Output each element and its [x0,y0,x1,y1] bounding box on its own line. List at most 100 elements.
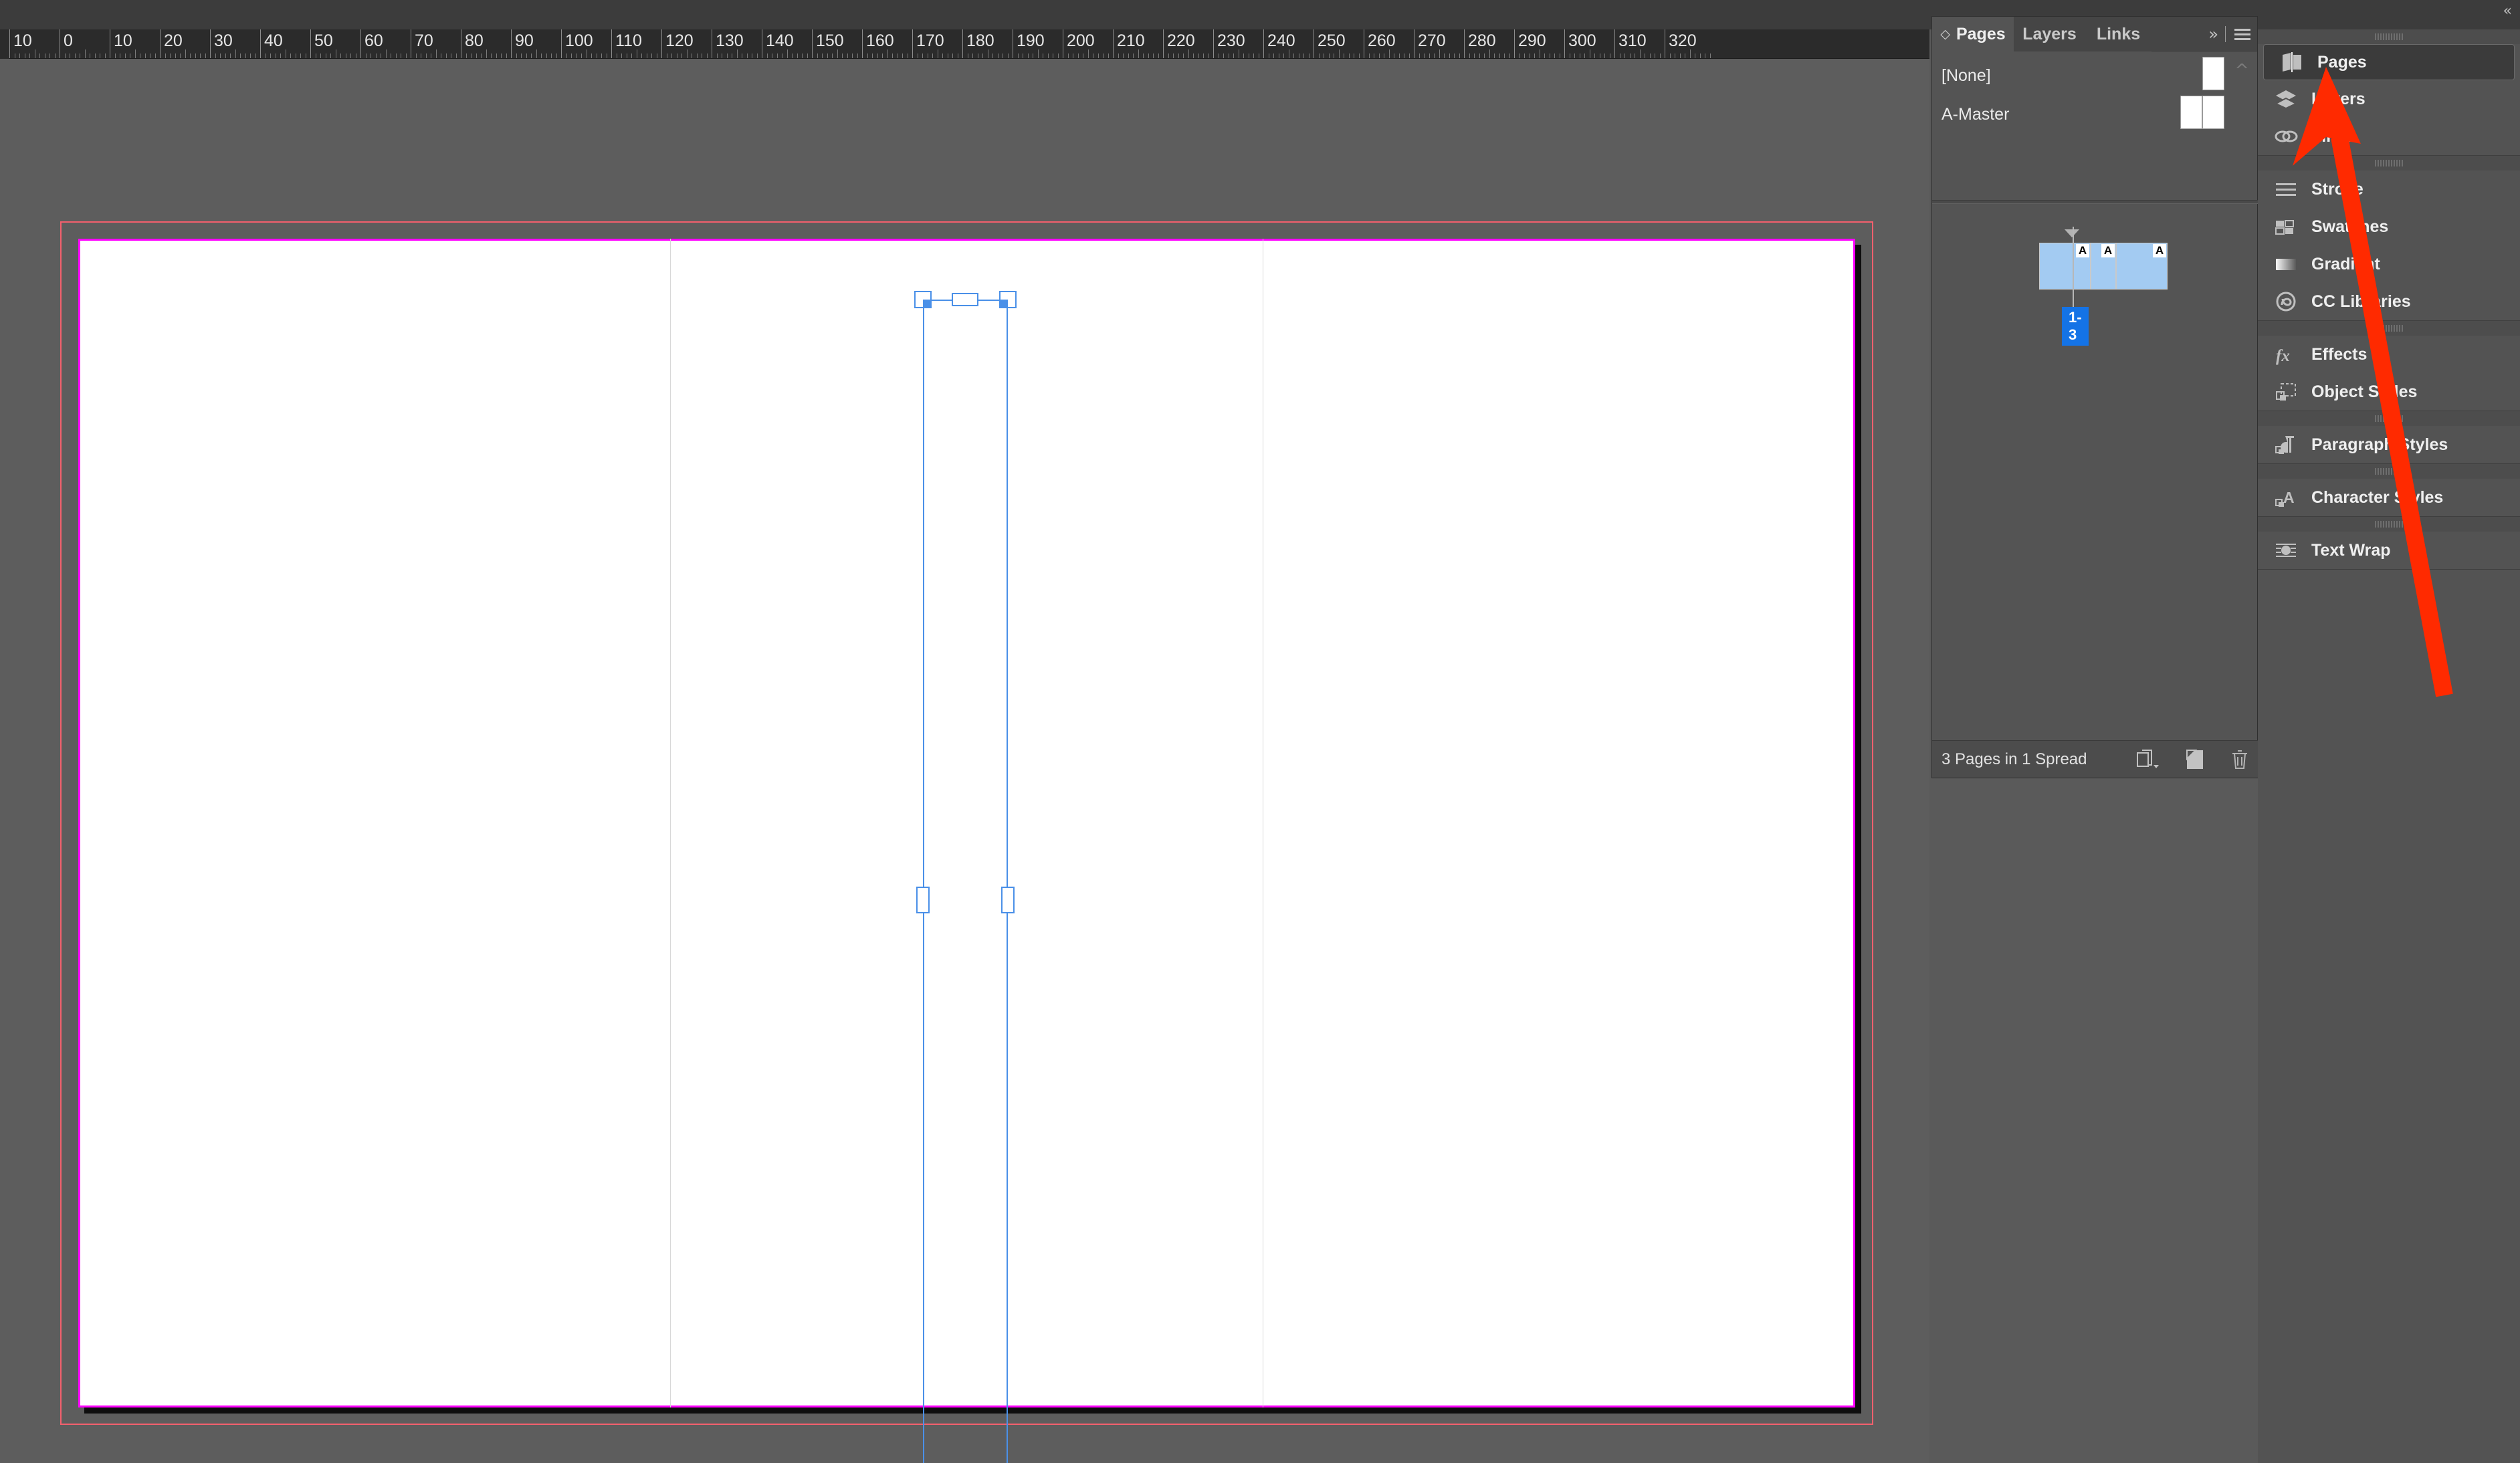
ruler-subtick [1253,53,1254,58]
ruler-subtick [330,53,331,58]
tab-pages-label: Pages [1956,24,2006,43]
ruler-origin-corner[interactable] [0,29,9,59]
hamburger-menu-icon[interactable] [2234,28,2250,40]
dock-collapse-icon[interactable]: « [2503,3,2513,20]
ruler-subtick [822,53,823,58]
ruler-subtick [1158,53,1159,58]
dock-item-layers[interactable]: Layers [2258,80,2520,118]
dock-item-text-wrap[interactable]: Text Wrap [2258,532,2520,569]
chevron-up-icon[interactable]: ^ [2234,61,2249,81]
panel-splitter[interactable] [1932,200,2259,204]
ruler-tick-label: 200 [1067,31,1095,50]
tab-layers[interactable]: Layers [2014,17,2085,51]
double-chevron-right-icon[interactable]: » [2208,25,2218,43]
dock-item-cc-libraries[interactable]: CC Libraries [2258,283,2520,320]
dock-item-pages[interactable]: Pages [2263,44,2515,80]
ruler-subtick [1283,53,1284,58]
page-divider-1 [670,239,671,1408]
dock-item-label: Paragraph Styles [2311,435,2448,454]
new-master-icon[interactable] [2137,749,2160,770]
dock-group-grip[interactable] [2258,411,2520,426]
right-panel-dock[interactable]: Pages Layers Links Stroke Swatches Gradient CC… [2258,29,2520,1463]
delete-page-icon[interactable] [2230,749,2249,770]
spread-range-label[interactable]: 1-3 [2062,307,2089,346]
cc-libraries-icon-wrap [2273,290,2299,314]
dock-group-grip[interactable] [2258,321,2520,336]
ruler-subtick [1689,49,1691,58]
ruler-subtick [867,53,868,58]
dock-item-label: Pages [2317,52,2367,72]
dock-item-stroke[interactable]: Stroke [2258,171,2520,208]
dock-item-gradient[interactable]: Gradient [2258,245,2520,283]
page-thumb-3[interactable]: A [2116,243,2168,290]
frame-handle-top-center[interactable] [952,293,978,306]
master-row-none[interactable]: [None] ^ [1932,55,2259,96]
text-wrap-icon-wrap [2273,538,2299,562]
ruler-subtick [1087,49,1089,58]
new-page-icon[interactable] [2185,749,2205,770]
ruler-tick-label: 50 [314,31,333,50]
dock-item-swatches[interactable]: Swatches [2258,208,2520,245]
ruler-tick: 280 [1464,29,1496,58]
page-thumb-2[interactable]: A [2091,243,2116,290]
dock-group-grip[interactable] [2258,464,2520,479]
dock-item-character-styles[interactable]: A Character Styles [2258,479,2520,516]
pages-panel-tabbar: ◇ Pages Layers Links » [1932,17,2257,51]
frame-handle-middle-left[interactable] [916,887,930,913]
frame-edge-right [1007,300,1008,1463]
dock-group-grip[interactable] [2258,156,2520,171]
ruler-tick-label: 60 [364,31,383,50]
dock-item-effects[interactable]: fx Effects [2258,336,2520,373]
dock-group-1: Stroke Swatches Gradient CC Libraries [2258,156,2520,321]
page-thumb-1[interactable]: A [2039,243,2091,290]
ruler-tick: 300 [1564,29,1596,58]
ruler-subtick [1429,53,1430,58]
master-row-a-master[interactable]: A-Master [1932,94,2259,134]
ruler-subtick [49,53,50,58]
ruler-subtick [857,53,858,58]
ruler-subtick [526,53,527,58]
spread-count-text: 3 Pages in 1 Spread [1941,750,2087,768]
ruler-tick: 310 [1614,29,1647,58]
horizontal-ruler[interactable]: 10 0 10 20 30 40 50 60 70 80 90 100 110 120 130 140 150 1… [0,29,1929,59]
ruler-subtick [1138,49,1139,58]
ruler-subtick [832,53,833,58]
ruler-subtick [1649,53,1651,58]
ruler-subtick [786,49,788,58]
frame-handle-top-right[interactable] [999,291,1017,308]
ruler-subtick [1659,53,1661,58]
ruler-tick: 60 [360,29,383,58]
frame-handle-middle-right[interactable] [1001,887,1015,913]
pages-panel[interactable]: ◇ Pages Layers Links » [None] ^ A-Master… [1931,16,2259,778]
ruler-tick: 170 [912,29,944,58]
tab-links[interactable]: Links [2085,17,2151,51]
ruler-subtick [566,53,567,58]
master-thumb-a-left [2180,96,2202,129]
ruler-subtick [902,53,903,58]
dock-group-grip[interactable] [2258,517,2520,532]
tab-links-label: Links [2096,24,2141,43]
frame-handle-top-left-inport[interactable] [914,291,932,308]
masters-list[interactable]: [None] ^ A-Master [1932,51,2259,219]
dock-item-object-styles[interactable]: Object Styles [2258,373,2520,411]
dock-item-paragraph-styles[interactable]: Paragraph Styles [2258,426,2520,463]
stroke-icon-wrap [2273,177,2299,201]
ruler-subtick [1233,53,1234,58]
ruler-subtick [104,53,106,58]
ruler-tick-label: 270 [1418,31,1446,50]
pasteboard[interactable] [0,59,1929,1463]
dock-item-links[interactable]: Links [2258,118,2520,155]
ruler-subtick [230,53,231,58]
ruler-tick-label: 140 [766,31,794,50]
ruler-tick: 90 [511,29,534,58]
ruler-subtick [1338,49,1340,58]
page-3-master-label: A [2153,244,2166,257]
dock-group-grip[interactable] [2258,29,2520,44]
ruler-subtick [546,53,547,58]
ruler-subtick [776,53,778,58]
ruler-tick-label: 10 [13,31,32,50]
tab-pages[interactable]: ◇ Pages [1932,17,2014,51]
selected-text-frame[interactable] [914,291,1017,1463]
ruler-subtick [435,49,437,58]
ruler-subtick [1273,53,1274,58]
